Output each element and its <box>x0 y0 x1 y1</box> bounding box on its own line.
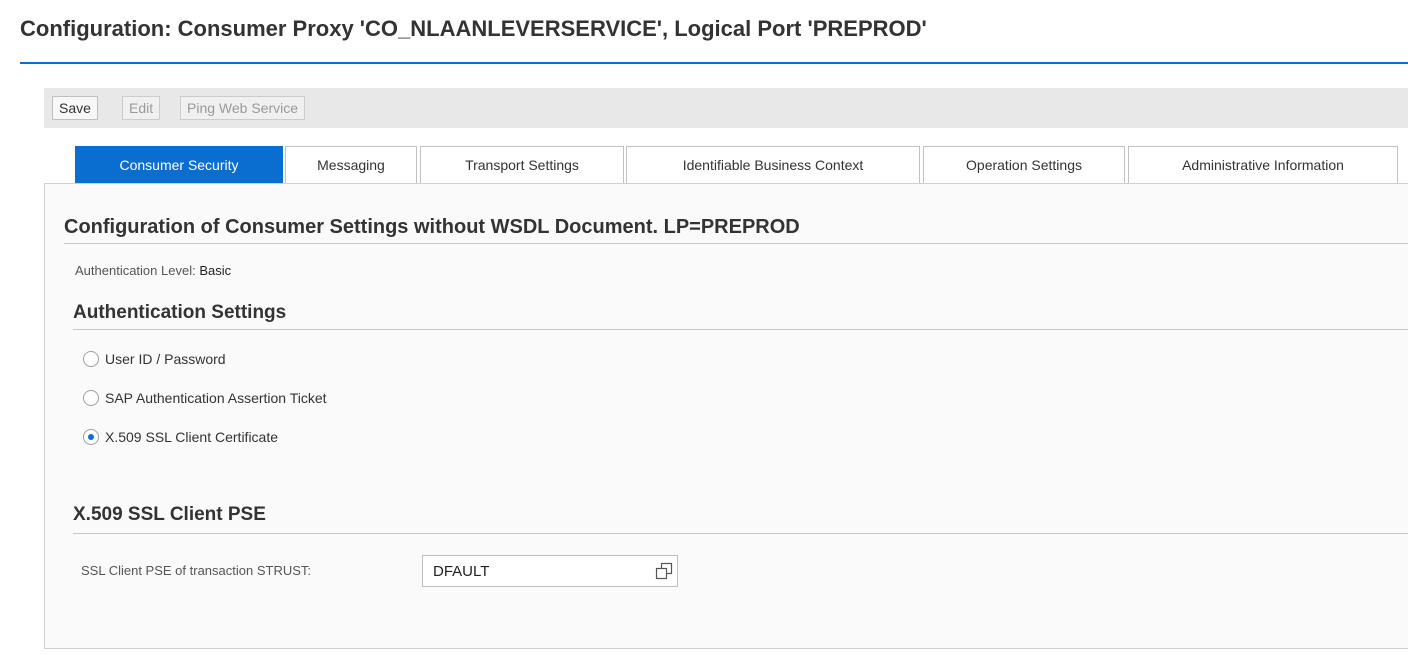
radio-sap-assertion-ticket[interactable]: SAP Authentication Assertion Ticket <box>83 388 327 408</box>
pse-heading-rule <box>73 533 1408 534</box>
tab-identifiable-business-context[interactable]: Identifiable Business Context <box>626 146 920 183</box>
pse-input-value: DFAULT <box>433 563 490 580</box>
tab-messaging[interactable]: Messaging <box>285 146 417 183</box>
tab-administrative-information[interactable]: Administrative Information <box>1128 146 1398 183</box>
pse-field-label: SSL Client PSE of transaction STRUST: <box>81 563 312 578</box>
auth-settings-heading: Authentication Settings <box>73 302 287 323</box>
auth-level-value: Basic <box>199 263 232 278</box>
settings-heading-rule <box>64 243 1408 244</box>
pse-heading: X.509 SSL Client PSE <box>73 504 266 525</box>
save-button[interactable]: Save <box>52 96 98 120</box>
page-title: Configuration: Consumer Proxy 'CO_NLAANL… <box>20 16 927 41</box>
tab-transport-settings[interactable]: Transport Settings <box>420 146 624 183</box>
tab-consumer-security[interactable]: Consumer Security <box>75 146 283 183</box>
radio-label: User ID / Password <box>105 351 226 367</box>
settings-heading: Configuration of Consumer Settings witho… <box>64 216 800 238</box>
auth-level: Authentication Level: Basic <box>75 263 231 278</box>
radio-checked-icon[interactable] <box>83 429 99 445</box>
consumer-security-panel: Configuration of Consumer Settings witho… <box>44 183 1408 649</box>
radio-label: X.509 SSL Client Certificate <box>105 429 279 445</box>
radio-unchecked-icon[interactable] <box>83 390 99 406</box>
radio-user-id-password[interactable]: User ID / Password <box>83 349 226 369</box>
radio-unchecked-icon[interactable] <box>83 351 99 367</box>
radio-label: SAP Authentication Assertion Ticket <box>105 390 327 406</box>
edit-button[interactable]: Edit <box>122 96 161 120</box>
auth-settings-rule <box>73 329 1408 330</box>
title-underline <box>20 62 1408 64</box>
value-help-icon[interactable] <box>655 562 673 580</box>
tab-operation-settings[interactable]: Operation Settings <box>923 146 1125 183</box>
toolbar: Save Edit Ping Web Service <box>44 88 1408 128</box>
auth-level-label: Authentication Level: <box>75 263 196 278</box>
ssl-client-pse-input[interactable]: DFAULT <box>422 555 678 587</box>
ping-web-service-button[interactable]: Ping Web Service <box>180 96 306 120</box>
radio-x509-ssl-client-certificate[interactable]: X.509 SSL Client Certificate <box>83 427 278 447</box>
